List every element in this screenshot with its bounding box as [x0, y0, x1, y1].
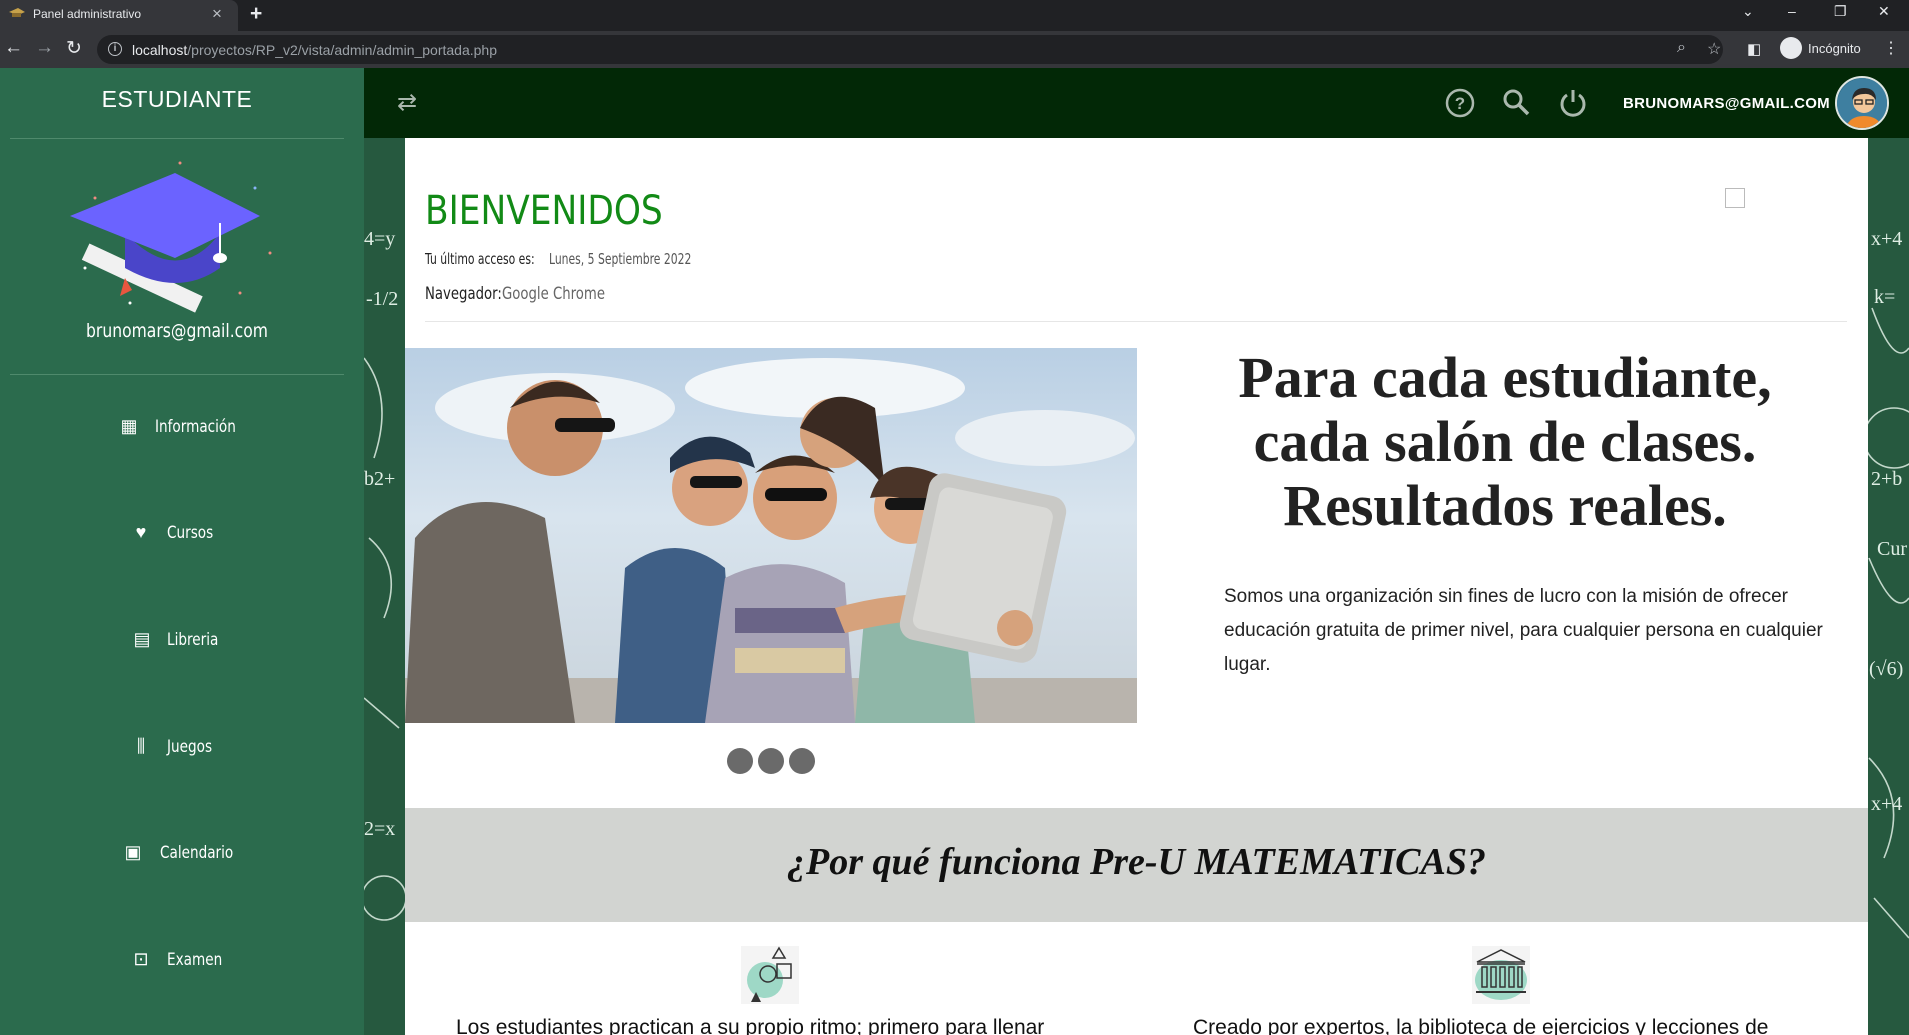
minimize-icon[interactable]: –	[1788, 3, 1796, 19]
mission-text: Somos una organización sin fines de lucr…	[1224, 586, 1823, 675]
sidebar-item-examen[interactable]: ⊡ Examen	[0, 941, 354, 981]
storage-icon: ▤	[133, 629, 151, 649]
close-window-icon[interactable]: ✕	[1878, 3, 1890, 20]
bookmark-star-icon[interactable]: ☆	[1707, 39, 1721, 59]
side-panel-icon[interactable]: ◧	[1747, 40, 1761, 58]
slogan-line: cada salón de clases.	[1253, 409, 1757, 474]
institution-building-icon	[1472, 946, 1530, 1004]
incognito-label: Incógnito	[1808, 41, 1861, 56]
why-section-band: ¿Por qué funciona Pre-U MATEMATICAS?	[405, 808, 1868, 922]
last-access-value: Lunes, 5 Septiembre 2022	[549, 250, 692, 268]
forward-icon[interactable]: →	[35, 37, 54, 59]
sidebar-divider	[10, 138, 344, 139]
board-symbol: -1/2	[366, 288, 399, 310]
page-title: BIENVENIDOS	[425, 188, 663, 234]
browser-toolbar: ← → ↻ i localhost/proyectos/RP_v2/vista/…	[0, 31, 1909, 68]
feature-text-right: Creado por expertos, la biblioteca de ej…	[1193, 1016, 1769, 1035]
tab-search-icon[interactable]: ⌄	[1742, 3, 1754, 20]
browser-tabbar: Panel administrativo × + ⌄ – ❐ ✕	[0, 0, 1909, 31]
browser-label: Navegador:	[425, 284, 502, 304]
section-divider	[425, 321, 1847, 322]
equalizer-icon: ⫼	[136, 736, 146, 756]
new-tab-icon[interactable]: +	[250, 2, 262, 26]
sidebar: ESTUDIANTE brunomars@gmail.com ▦ Informa…	[0, 68, 364, 1035]
why-section-title: ¿Por qué funciona Pre-U MATEMATICAS?	[787, 841, 1486, 883]
restore-icon[interactable]: ❐	[1834, 3, 1847, 20]
board-symbol: k=	[1874, 286, 1896, 308]
top-header: ⇄ ? BRUNOMARS@GMAIL.COM	[364, 68, 1909, 138]
reload-icon[interactable]: ↻	[66, 37, 82, 60]
sidebar-item-calendario[interactable]: ▣ Calendario	[0, 834, 354, 874]
dashboard-icon: ▦	[120, 416, 138, 436]
board-symbol: (√6)	[1869, 658, 1904, 680]
site-info-icon[interactable]: i	[108, 42, 122, 56]
board-symbol: 2=x	[364, 818, 396, 840]
hero-slogan: Para cada estudiante, cada salón de clas…	[1180, 346, 1830, 538]
address-bar[interactable]: i localhost/proyectos/RP_v2/vista/admin/…	[97, 35, 1723, 64]
sidebar-item-label: Examen	[167, 950, 223, 970]
last-access-label: Tu último acceso es:	[425, 250, 535, 268]
sidebar-user-email: brunomars@gmail.com	[86, 320, 268, 342]
header-user-email[interactable]: BRUNOMARS@GMAIL.COM	[1623, 95, 1830, 112]
sidebar-title: ESTUDIANTE	[101, 86, 253, 112]
svg-text:?: ?	[1455, 94, 1465, 113]
url-text[interactable]: localhost/proyectos/RP_v2/vista/admin/ad…	[132, 42, 497, 58]
zoom-icon[interactable]: ⌕	[1677, 39, 1686, 57]
carousel-dot[interactable]	[727, 748, 753, 774]
calendar-icon: ▣	[124, 842, 142, 862]
money-icon: ⊡	[133, 949, 149, 969]
incognito-icon	[1780, 37, 1802, 59]
browser-value: Google Chrome	[502, 284, 605, 304]
carousel-photo	[405, 348, 1137, 723]
swap-arrows-icon[interactable]: ⇄	[397, 88, 417, 117]
sidebar-item-cursos[interactable]: ♥ Cursos	[0, 514, 354, 554]
heart-icon: ♥	[135, 522, 147, 542]
board-symbol: b2+	[364, 468, 396, 490]
back-icon[interactable]: ←	[4, 37, 23, 59]
url-host: localhost	[132, 42, 188, 58]
board-symbol: x+4	[1871, 228, 1903, 250]
slogan-line: Resultados reales.	[1283, 473, 1727, 538]
board-symbol: 4=y	[364, 228, 396, 250]
main-content-panel: BIENVENIDOS Tu último acceso es: Lunes, …	[405, 138, 1868, 1035]
slogan-line: Para cada estudiante,	[1238, 345, 1772, 410]
sidebar-item-label: Calendario	[160, 843, 234, 863]
board-symbol: x+4	[1871, 793, 1903, 815]
sidebar-item-juegos[interactable]: ⫼ Juegos	[0, 728, 354, 768]
tab-close-icon[interactable]: ×	[212, 4, 222, 24]
graduation-cap-icon	[70, 161, 272, 313]
carousel-dot[interactable]	[758, 748, 784, 774]
sidebar-item-informacion[interactable]: ▦ Información	[0, 408, 354, 448]
avatar[interactable]	[1835, 76, 1889, 130]
tab-title: Panel administrativo	[33, 7, 142, 21]
sidebar-item-label: Cursos	[167, 523, 214, 543]
sidebar-item-label: Juegos	[167, 737, 213, 757]
browser-menu-icon[interactable]: ⋮	[1883, 38, 1899, 58]
sidebar-item-libreria[interactable]: ▤ Libreria	[0, 621, 354, 661]
help-icon[interactable]: ?	[1445, 88, 1475, 118]
board-symbol: Cur	[1877, 538, 1907, 560]
sidebar-divider	[10, 374, 344, 375]
sidebar-item-label: Libreria	[167, 630, 219, 650]
carousel-dot[interactable]	[789, 748, 815, 774]
url-path: /proyectos/RP_v2/vista/admin/admin_porta…	[187, 42, 497, 58]
sidebar-item-label: Información	[155, 417, 236, 437]
graduation-cap-favicon-icon	[9, 8, 25, 17]
power-icon[interactable]	[1558, 87, 1588, 117]
feature-text-left: Los estudiantes practican a su propio ri…	[456, 1016, 1045, 1035]
browser-tab[interactable]: Panel administrativo ×	[0, 0, 238, 31]
shapes-learning-icon	[741, 946, 799, 1004]
search-icon[interactable]	[1502, 88, 1530, 116]
panel-checkbox[interactable]	[1725, 188, 1745, 208]
board-symbol: 2+b	[1871, 468, 1903, 490]
